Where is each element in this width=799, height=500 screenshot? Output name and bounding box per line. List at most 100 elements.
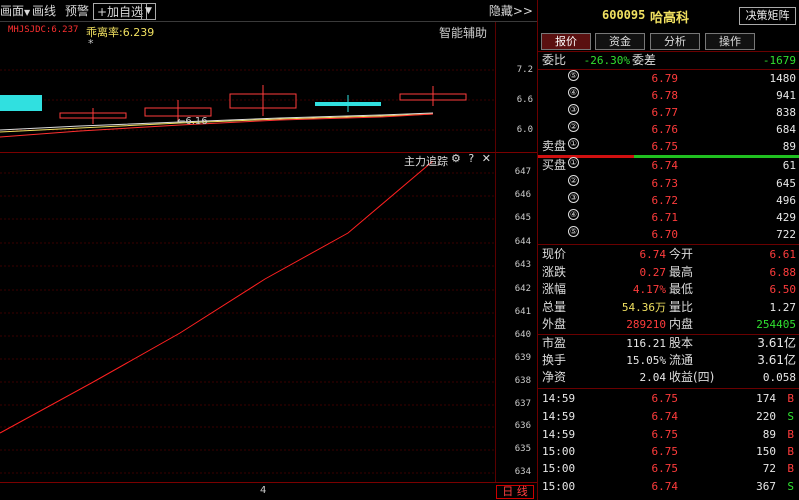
- candle-2: [59, 108, 127, 124]
- close-icon[interactable]: ✕: [482, 152, 491, 165]
- stat-label: 外盘: [542, 317, 567, 331]
- trade-price: 6.74: [651, 480, 679, 493]
- watchlist-dropdown-button[interactable]: ▼: [141, 3, 156, 20]
- main-force-axis: 647 646 645 644 643 642 641 640 639 638 …: [495, 152, 537, 482]
- axis-tick-label: 639: [514, 353, 531, 363]
- sell-price: 6.77: [651, 106, 679, 119]
- stat-label: 换手: [542, 353, 567, 367]
- trade-volume: 367: [756, 480, 776, 493]
- main-force-panel[interactable]: 主力追踪 ⚙ ? ✕: [0, 152, 495, 482]
- level-badge: ①: [568, 138, 579, 149]
- chart-bottom-bar: 4 日 线: [0, 482, 537, 500]
- hide-panel-button[interactable]: 隐藏>>: [489, 3, 533, 19]
- kline-legend-deviation: 乖离率:6.239: [86, 26, 155, 39]
- decision-matrix-button[interactable]: 决策矩阵: [739, 7, 796, 25]
- buy-price: 6.74: [651, 159, 679, 172]
- trade-price: 6.75: [651, 428, 679, 441]
- buy-row-3[interactable]: ③ 6.72 496: [538, 192, 799, 209]
- buy-row-1[interactable]: 买盘 ① 6.74 61: [538, 157, 799, 174]
- stock-header: 600095 哈高科 决策矩阵: [538, 0, 799, 32]
- stat-label: 内盘: [669, 317, 694, 331]
- buy-row-5[interactable]: ⑤ 6.70 722: [538, 226, 799, 243]
- sell-row-4[interactable]: ④ 6.78 941: [538, 87, 799, 104]
- chevron-down-icon: ▼: [24, 8, 31, 17]
- trade-side: B: [787, 428, 794, 441]
- toolbar-draw-line[interactable]: 画线: [32, 3, 56, 19]
- stat-value: 15.05%: [626, 354, 666, 367]
- panel-tools: ⚙ ? ✕: [451, 152, 491, 165]
- page-number: 4: [260, 485, 267, 496]
- stock-name: 哈高科: [650, 11, 690, 26]
- toolbar-draw-menu[interactable]: 画面▼: [0, 3, 30, 19]
- trade-time: 14:59: [542, 410, 576, 423]
- level-badge: ③: [568, 104, 579, 115]
- axis-tick-label: 7.2: [516, 65, 533, 75]
- stock-code: 600095: [602, 8, 646, 22]
- order-ratio-row: 委比 -26.30% 委差 -1679: [538, 52, 799, 69]
- sell-volume: 941: [776, 89, 796, 102]
- stat-value: 54.36万: [621, 301, 666, 314]
- stat-row: 净资 2.04 收益(四) 0.058: [538, 369, 799, 386]
- trade-row: 14:59 6.74 220 S: [538, 408, 799, 425]
- help-icon[interactable]: ?: [468, 152, 474, 165]
- trade-side: B: [787, 392, 794, 405]
- axis-tick-label: 638: [514, 376, 531, 386]
- buy-volume: 645: [776, 177, 796, 190]
- smart-assist-button[interactable]: 智能辅助: [439, 24, 487, 41]
- sell-row-2[interactable]: ② 6.76 684: [538, 121, 799, 138]
- stat-label: 总量: [542, 300, 567, 314]
- trade-volume: 220: [756, 410, 776, 423]
- buy-row-4[interactable]: ④ 6.71 429: [538, 209, 799, 226]
- sell-price: 6.79: [651, 72, 679, 85]
- stat-value: 254405: [756, 318, 796, 331]
- kline-low-label: ←6.16: [177, 116, 208, 127]
- candle-1: [0, 95, 42, 111]
- stat-value: 6.50: [769, 283, 797, 296]
- sell-price: 6.75: [651, 140, 679, 153]
- sell-row-3[interactable]: ③ 6.77 838: [538, 104, 799, 121]
- tab-analysis[interactable]: 分析: [650, 33, 700, 50]
- stat-label: 收益(四): [669, 370, 715, 384]
- tab-quote[interactable]: 报价: [541, 33, 591, 50]
- buy-volume: 61: [782, 159, 796, 172]
- trade-time: 14:59: [542, 392, 576, 405]
- buy-row-2[interactable]: ② 6.73 645: [538, 175, 799, 192]
- tab-funds[interactable]: 资金: [595, 33, 645, 50]
- trade-side: S: [787, 480, 794, 493]
- kline-panel[interactable]: MHJSJDC:6.237 乖离率:6.239 * 智能辅助 ←6.16: [0, 22, 495, 152]
- buy-volume: 722: [776, 228, 796, 241]
- kline-marker: *: [88, 37, 94, 50]
- stat-value: 6.88: [769, 266, 797, 279]
- stat-value: 116.21: [626, 337, 666, 350]
- stat-row: 现价 6.74 今开 6.61: [538, 246, 799, 263]
- toolbar-item-label: 画面: [0, 4, 25, 18]
- sell-row-1[interactable]: 卖盘 ① 6.75 89: [538, 138, 799, 155]
- sell-row-5[interactable]: ⑤ 6.79 1480: [538, 70, 799, 87]
- period-daily-button[interactable]: 日 线: [496, 485, 534, 499]
- gear-icon[interactable]: ⚙: [451, 152, 461, 165]
- buy-volume: 496: [776, 194, 796, 207]
- trade-volume: 150: [756, 445, 776, 458]
- stat-row: 涨幅 4.17% 最低 6.50: [538, 281, 799, 298]
- stat-label: 流通: [669, 353, 694, 367]
- add-to-watchlist-button[interactable]: +加自选: [93, 3, 148, 20]
- stat-row: 外盘 289210 内盘 254405: [538, 316, 799, 333]
- stat-value: 1.27: [769, 301, 797, 314]
- trade-volume: 174: [756, 392, 776, 405]
- trade-price: 6.75: [651, 462, 679, 475]
- tab-operation[interactable]: 操作: [705, 33, 755, 50]
- axis-tick-label: 642: [514, 284, 531, 294]
- stat-label: 现价: [542, 247, 567, 261]
- axis-tick-label: 645: [514, 213, 531, 223]
- stat-label: 最高: [669, 265, 694, 279]
- stat-value: 6.61: [769, 248, 797, 261]
- stat-value: 0.27: [639, 266, 667, 279]
- level-badge: ②: [568, 175, 579, 186]
- toolbar-alert[interactable]: 预警: [65, 3, 89, 19]
- axis-tick-label: 643: [514, 260, 531, 270]
- axis-tick-label: 647: [514, 167, 531, 177]
- axis-tick-label: 634: [514, 467, 531, 477]
- trade-price: 6.75: [651, 392, 679, 405]
- stat-row: 市盈 116.21 股本 3.61亿: [538, 335, 799, 352]
- stat-value: 3.61亿: [757, 353, 796, 367]
